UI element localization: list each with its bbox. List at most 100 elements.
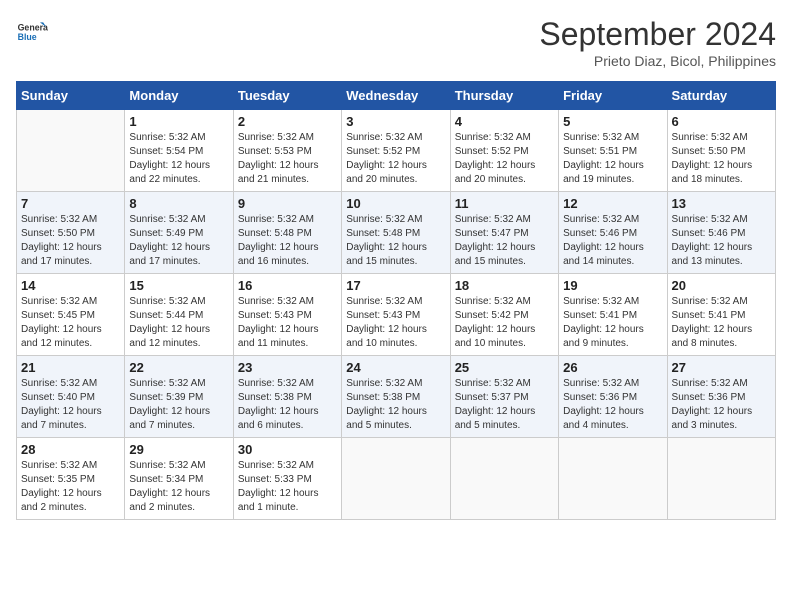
day-number: 21 [21,360,120,375]
day-number: 30 [238,442,337,457]
day-number: 25 [455,360,554,375]
day-info: Sunrise: 5:32 AMSunset: 5:44 PMDaylight:… [129,295,228,351]
calendar-cell: 6 Sunrise: 5:32 AMSunset: 5:50 PMDaylight… [667,110,775,192]
day-number: 12 [563,196,662,211]
day-number: 8 [129,196,228,211]
day-info: Sunrise: 5:32 AMSunset: 5:47 PMDaylight:… [455,213,554,269]
day-info: Sunrise: 5:32 AMSunset: 5:46 PMDaylight:… [563,213,662,269]
calendar-cell: 12 Sunrise: 5:32 AMSunset: 5:46 PMDayligh… [559,192,667,274]
calendar-cell: 4 Sunrise: 5:32 AMSunset: 5:52 PMDaylight… [450,110,558,192]
day-number: 2 [238,114,337,129]
day-number: 22 [129,360,228,375]
day-info: Sunrise: 5:32 AMSunset: 5:37 PMDaylight:… [455,377,554,433]
day-info: Sunrise: 5:32 AMSunset: 5:50 PMDaylight:… [672,131,771,187]
logo-icon: General Blue [16,16,48,48]
calendar-row-0: 1 Sunrise: 5:32 AMSunset: 5:54 PMDaylight… [17,110,776,192]
day-info: Sunrise: 5:32 AMSunset: 5:38 PMDaylight:… [238,377,337,433]
day-number: 23 [238,360,337,375]
day-info: Sunrise: 5:32 AMSunset: 5:52 PMDaylight:… [455,131,554,187]
day-info: Sunrise: 5:32 AMSunset: 5:48 PMDaylight:… [238,213,337,269]
day-number: 3 [346,114,445,129]
calendar-cell: 15 Sunrise: 5:32 AMSunset: 5:44 PMDayligh… [125,274,233,356]
day-number: 13 [672,196,771,211]
calendar-table: SundayMondayTuesdayWednesdayThursdayFrid… [16,81,776,520]
calendar-cell: 2 Sunrise: 5:32 AMSunset: 5:53 PMDaylight… [233,110,341,192]
day-info: Sunrise: 5:32 AMSunset: 5:36 PMDaylight:… [672,377,771,433]
day-number: 19 [563,278,662,293]
day-info: Sunrise: 5:32 AMSunset: 5:43 PMDaylight:… [346,295,445,351]
day-number: 4 [455,114,554,129]
calendar-cell: 13 Sunrise: 5:32 AMSunset: 5:46 PMDayligh… [667,192,775,274]
calendar-cell: 11 Sunrise: 5:32 AMSunset: 5:47 PMDayligh… [450,192,558,274]
location-subtitle: Prieto Diaz, Bicol, Philippines [539,53,776,69]
day-info: Sunrise: 5:32 AMSunset: 5:41 PMDaylight:… [563,295,662,351]
day-number: 17 [346,278,445,293]
day-number: 18 [455,278,554,293]
calendar-cell [559,438,667,520]
page-header: General Blue September 2024 Prieto Diaz,… [16,16,776,69]
day-info: Sunrise: 5:32 AMSunset: 5:33 PMDaylight:… [238,459,337,515]
day-number: 24 [346,360,445,375]
day-info: Sunrise: 5:32 AMSunset: 5:40 PMDaylight:… [21,377,120,433]
calendar-cell: 16Sunrise: 5:32 AMSunset: 5:43 PMDayligh… [233,274,341,356]
calendar-cell: 19 Sunrise: 5:32 AMSunset: 5:41 PMDayligh… [559,274,667,356]
calendar-cell: 25 Sunrise: 5:32 AMSunset: 5:37 PMDayligh… [450,356,558,438]
day-info: Sunrise: 5:32 AMSunset: 5:48 PMDaylight:… [346,213,445,269]
calendar-cell: 9 Sunrise: 5:32 AMSunset: 5:48 PMDaylight… [233,192,341,274]
weekday-header-sunday: Sunday [17,82,125,110]
day-number: 27 [672,360,771,375]
weekday-header-row: SundayMondayTuesdayWednesdayThursdayFrid… [17,82,776,110]
calendar-cell: 26Sunrise: 5:32 AMSunset: 5:36 PMDayligh… [559,356,667,438]
calendar-cell: 18Sunrise: 5:32 AMSunset: 5:42 PMDayligh… [450,274,558,356]
day-info: Sunrise: 5:32 AMSunset: 5:35 PMDaylight:… [21,459,120,515]
day-info: Sunrise: 5:32 AMSunset: 5:38 PMDaylight:… [346,377,445,433]
logo: General Blue [16,16,48,48]
calendar-row-1: 7Sunrise: 5:32 AMSunset: 5:50 PMDaylight… [17,192,776,274]
calendar-cell: 8Sunrise: 5:32 AMSunset: 5:49 PMDaylight… [125,192,233,274]
day-number: 28 [21,442,120,457]
weekday-header-wednesday: Wednesday [342,82,450,110]
day-number: 14 [21,278,120,293]
day-info: Sunrise: 5:32 AMSunset: 5:53 PMDaylight:… [238,131,337,187]
calendar-cell: 5Sunrise: 5:32 AMSunset: 5:51 PMDaylight… [559,110,667,192]
day-number: 15 [129,278,228,293]
day-info: Sunrise: 5:32 AMSunset: 5:34 PMDaylight:… [129,459,228,515]
day-number: 9 [238,196,337,211]
day-number: 5 [563,114,662,129]
day-info: Sunrise: 5:32 AMSunset: 5:46 PMDaylight:… [672,213,771,269]
calendar-cell: 7Sunrise: 5:32 AMSunset: 5:50 PMDaylight… [17,192,125,274]
calendar-cell: 3 Sunrise: 5:32 AMSunset: 5:52 PMDaylight… [342,110,450,192]
day-number: 20 [672,278,771,293]
day-number: 6 [672,114,771,129]
day-info: Sunrise: 5:32 AMSunset: 5:39 PMDaylight:… [129,377,228,433]
calendar-cell [667,438,775,520]
calendar-cell: 14 Sunrise: 5:32 AMSunset: 5:45 PMDayligh… [17,274,125,356]
day-number: 1 [129,114,228,129]
calendar-cell: 28 Sunrise: 5:32 AMSunset: 5:35 PMDayligh… [17,438,125,520]
calendar-cell: 22 Sunrise: 5:32 AMSunset: 5:39 PMDayligh… [125,356,233,438]
calendar-cell: 24 Sunrise: 5:32 AMSunset: 5:38 PMDayligh… [342,356,450,438]
title-area: September 2024 Prieto Diaz, Bicol, Phili… [539,16,776,69]
day-info: Sunrise: 5:32 AMSunset: 5:52 PMDaylight:… [346,131,445,187]
svg-text:Blue: Blue [18,32,37,42]
day-number: 29 [129,442,228,457]
weekday-header-thursday: Thursday [450,82,558,110]
calendar-cell: 17 Sunrise: 5:32 AMSunset: 5:43 PMDayligh… [342,274,450,356]
day-info: Sunrise: 5:32 AMSunset: 5:54 PMDaylight:… [129,131,228,187]
calendar-cell: 27 Sunrise: 5:32 AMSunset: 5:36 PMDayligh… [667,356,775,438]
day-number: 11 [455,196,554,211]
calendar-cell: 21 Sunrise: 5:32 AMSunset: 5:40 PMDayligh… [17,356,125,438]
day-info: Sunrise: 5:32 AMSunset: 5:45 PMDaylight:… [21,295,120,351]
calendar-cell [450,438,558,520]
day-number: 16 [238,278,337,293]
calendar-row-2: 14 Sunrise: 5:32 AMSunset: 5:45 PMDayligh… [17,274,776,356]
day-info: Sunrise: 5:32 AMSunset: 5:50 PMDaylight:… [21,213,120,269]
calendar-cell: 20 Sunrise: 5:32 AMSunset: 5:41 PMDayligh… [667,274,775,356]
month-title: September 2024 [539,16,776,53]
day-number: 26 [563,360,662,375]
weekday-header-tuesday: Tuesday [233,82,341,110]
calendar-cell: 29 Sunrise: 5:32 AMSunset: 5:34 PMDayligh… [125,438,233,520]
calendar-row-3: 21 Sunrise: 5:32 AMSunset: 5:40 PMDayligh… [17,356,776,438]
calendar-cell [342,438,450,520]
day-info: Sunrise: 5:32 AMSunset: 5:41 PMDaylight:… [672,295,771,351]
